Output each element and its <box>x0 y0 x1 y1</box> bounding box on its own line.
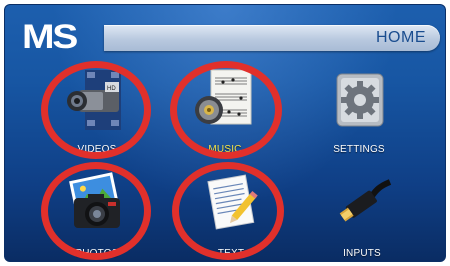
menu-item-inputs[interactable]: INPUTS <box>307 164 417 262</box>
svg-text:MS: MS <box>22 21 77 51</box>
menu-label-videos: VIDEOS <box>77 144 117 155</box>
menu-label-settings: SETTINGS <box>333 144 385 155</box>
camera-photo-icon <box>69 172 120 228</box>
menu-item-music[interactable]: MUSIC <box>170 60 280 164</box>
gear-icon <box>336 73 384 127</box>
projector-home-screen: MS HOME HD VIDEOS MUSIC SETTINGS PHOTOS … <box>4 4 446 262</box>
menu-label-photos: PHOTOS <box>75 248 119 259</box>
menu-item-videos[interactable]: HD VIDEOS <box>42 60 152 164</box>
speaker-music-sheet-icon <box>195 69 252 125</box>
menu-item-settings[interactable]: SETTINGS <box>304 60 414 164</box>
menu-item-photos[interactable]: PHOTOS <box>42 164 152 262</box>
menu-label-music: MUSIC <box>208 144 242 155</box>
svg-text:HD: HD <box>107 86 116 92</box>
camcorder-icon: HD <box>67 70 121 130</box>
page-title: HOME <box>376 29 426 46</box>
document-pen-icon <box>207 174 258 230</box>
home-title-bar: HOME <box>104 25 440 51</box>
menu-label-inputs: INPUTS <box>343 248 381 259</box>
menu-item-text[interactable]: TEXT <box>176 164 286 262</box>
hdmi-cable-icon <box>339 179 392 222</box>
ms-logo: MS <box>22 21 79 51</box>
menu-label-text: TEXT <box>217 248 245 259</box>
